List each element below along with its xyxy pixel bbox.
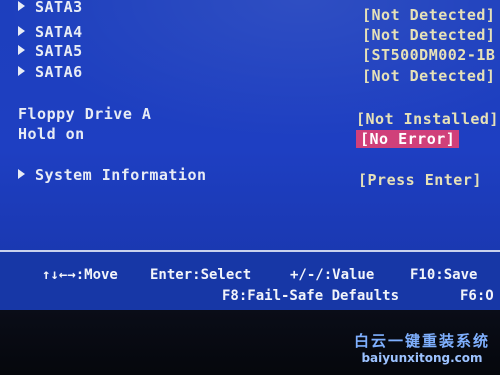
submenu-arrow-icon: [18, 45, 25, 55]
sata4-value: [Not Detected]: [362, 26, 496, 44]
sata3-value: [Not Detected]: [362, 6, 496, 24]
menu-item-label: SATA5: [35, 42, 83, 60]
hint-value: +/-/:Value: [290, 267, 375, 283]
monitor-bezel: 白云一键重装系统 baiyunxitong.com: [0, 310, 500, 375]
menu-item-label: SATA4: [35, 23, 83, 41]
bios-screen: SATA3 [Not Detected] SATA4 [Not Detected…: [0, 0, 500, 375]
menu-item-label: SATA6: [35, 63, 83, 81]
submenu-arrow-icon: [18, 1, 25, 11]
menu-item-sata5[interactable]: SATA5: [18, 42, 83, 60]
submenu-arrow-icon: [18, 66, 25, 76]
hint-move: ↑↓←→:Move: [42, 267, 118, 283]
menu-item-sata3[interactable]: SATA3: [18, 0, 83, 16]
hint-save: F10:Save: [410, 267, 478, 283]
hint-failsafe-defaults: F8:Fail-Safe Defaults: [222, 288, 400, 304]
hold-on-value[interactable]: [No Error]: [356, 130, 460, 148]
key-hint-bar: ↑↓←→:Move Enter:Select +/-/:Value F10:Sa…: [0, 252, 500, 310]
menu-item-label: SATA3: [35, 0, 83, 16]
floppy-drive-value[interactable]: [Not Installed]: [356, 110, 499, 128]
floppy-drive-label[interactable]: Floppy Drive A: [18, 105, 151, 123]
hold-on-selected-value[interactable]: [No Error]: [356, 130, 460, 148]
system-information-value: [Press Enter]: [358, 171, 482, 189]
hold-on-label[interactable]: Hold on: [18, 125, 85, 143]
menu-item-sata4[interactable]: SATA4: [18, 23, 83, 41]
watermark-title: 白云一键重装系统: [353, 332, 490, 350]
hint-f6: F6:O: [460, 288, 494, 304]
sata5-value: [ST500DM002-1B: [362, 46, 496, 64]
site-watermark: 白云一键重装系统 baiyunxitong.com: [354, 330, 490, 365]
menu-item-label: System Information: [35, 166, 207, 184]
watermark-url: baiyunxitong.com: [361, 351, 483, 365]
submenu-arrow-icon: [18, 26, 25, 36]
submenu-arrow-icon: [18, 169, 25, 179]
menu-item-sata6[interactable]: SATA6: [18, 63, 83, 81]
sata6-value: [Not Detected]: [362, 67, 496, 85]
menu-item-system-information[interactable]: System Information: [18, 166, 207, 184]
hint-select: Enter:Select: [150, 267, 252, 283]
